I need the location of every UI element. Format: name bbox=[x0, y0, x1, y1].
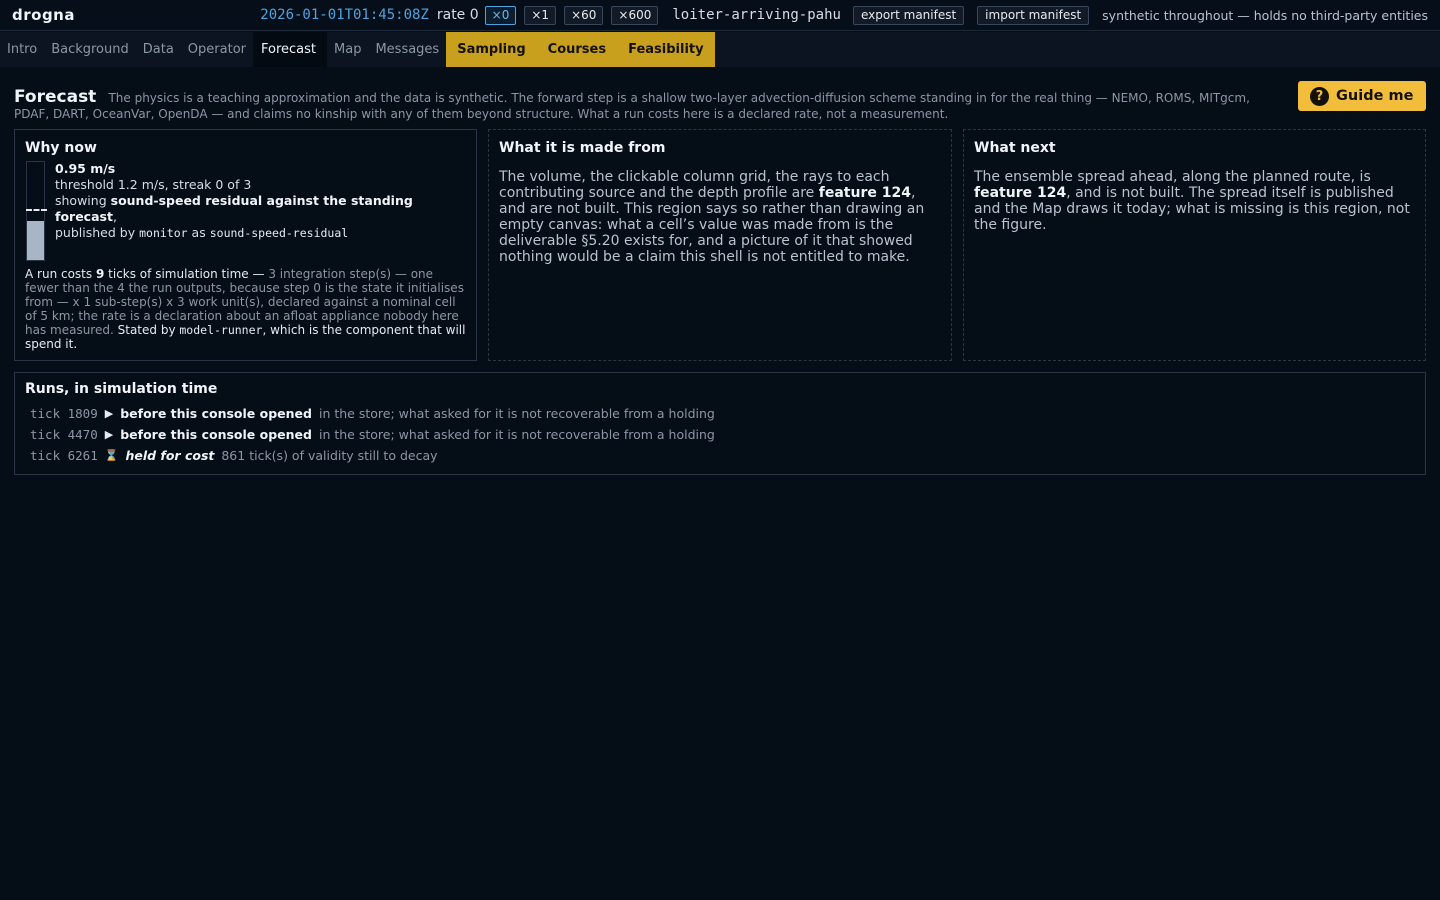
run-tick: tick 6261 bbox=[30, 448, 98, 463]
what-next-panel: What next The ensemble spread ahead, alo… bbox=[963, 129, 1426, 361]
gauge-fill bbox=[27, 221, 44, 260]
runner-name: model-runner bbox=[179, 323, 263, 337]
tab-intro[interactable]: Intro bbox=[0, 32, 44, 67]
speed-button-x60[interactable]: ×60 bbox=[564, 5, 604, 25]
tab-forecast[interactable]: Forecast bbox=[253, 32, 328, 67]
top-bar-right: 2026-01-01T01:45:08Z rate 0 ×0 ×1 ×60 ×6… bbox=[260, 5, 1428, 25]
gauge-published: published by monitor as sound-speed-resi… bbox=[55, 225, 465, 241]
export-manifest-button[interactable]: export manifest bbox=[852, 5, 965, 25]
play-icon: ▶ bbox=[104, 428, 114, 441]
gauge-threshold-marker bbox=[26, 209, 47, 211]
app-name: drogna bbox=[12, 6, 75, 24]
run-description: in the store; what asked for it is not r… bbox=[318, 427, 715, 442]
tab-messages[interactable]: Messages bbox=[368, 32, 446, 67]
guide-me-label: Guide me bbox=[1336, 88, 1414, 104]
made-from-text: The volume, the clickable column grid, t… bbox=[499, 169, 941, 265]
feed-name: sound-speed-residual bbox=[209, 226, 349, 240]
cost-t1: A run costs bbox=[25, 267, 93, 281]
tab-operator[interactable]: Operator bbox=[181, 32, 253, 67]
speed-button-x1[interactable]: ×1 bbox=[524, 5, 557, 25]
gauge-wrap: 0.95 m/s threshold 1.2 m/s, streak 0 of … bbox=[25, 161, 466, 263]
what-next-t1: The ensemble spread ahead, along the pla… bbox=[974, 169, 1371, 185]
residual-gauge bbox=[26, 161, 47, 261]
run-cost-text: A run costs 9 ticks of simulation time —… bbox=[25, 267, 466, 351]
page-header: Forecast The physics is a teaching appro… bbox=[14, 87, 1274, 122]
tab-bar: Intro Background Data Operator Forecast … bbox=[0, 32, 1440, 67]
run-tick: tick 1809 bbox=[30, 406, 98, 421]
synthetic-note: synthetic throughout — holds no third-pa… bbox=[1102, 7, 1428, 23]
import-manifest-button[interactable]: import manifest bbox=[977, 5, 1090, 25]
cost-t2: ticks of simulation time — bbox=[108, 267, 265, 281]
why-now-panel: Why now 0.95 m/s threshold 1.2 m/s, stre… bbox=[14, 129, 477, 361]
tab-background[interactable]: Background bbox=[44, 32, 136, 67]
showing-prefix: showing bbox=[55, 193, 107, 208]
publisher-name: monitor bbox=[139, 226, 188, 240]
why-now-title: Why now bbox=[25, 140, 97, 156]
guide-me-button[interactable]: ? Guide me bbox=[1298, 81, 1426, 111]
question-icon: ? bbox=[1310, 86, 1329, 106]
page-title: Forecast bbox=[14, 87, 97, 107]
run-description: 861 tick(s) of validity still to decay bbox=[221, 448, 438, 463]
hourglass-icon: ⌛ bbox=[104, 449, 119, 462]
made-from-title: What it is made from bbox=[499, 140, 666, 156]
made-from-panel: What it is made from The volume, the cli… bbox=[488, 129, 952, 361]
gauge-readout: 0.95 m/s threshold 1.2 m/s, streak 0 of … bbox=[55, 161, 465, 241]
runs-panel: Runs, in simulation time tick 1809 ▶ bef… bbox=[14, 372, 1426, 475]
run-status: before this console opened bbox=[120, 406, 312, 421]
speed-button-x600[interactable]: ×600 bbox=[611, 5, 659, 25]
session-name: loiter-arriving-pahu bbox=[672, 7, 841, 23]
gauge-value: 0.95 m/s bbox=[55, 161, 116, 176]
run-tick: tick 4470 bbox=[30, 427, 98, 442]
tab-courses[interactable]: Courses bbox=[536, 32, 618, 67]
gauge-threshold: threshold 1.2 m/s, streak 0 of 3 bbox=[55, 177, 252, 192]
play-icon: ▶ bbox=[104, 407, 114, 420]
page-description: The physics is a teaching approximation … bbox=[14, 91, 1250, 121]
as-word: as bbox=[191, 225, 206, 240]
top-bar: drogna 2026-01-01T01:45:08Z rate 0 ×0 ×1… bbox=[0, 0, 1440, 31]
run-status: held for cost bbox=[125, 448, 215, 463]
rate-label: rate 0 bbox=[436, 7, 479, 23]
what-next-title: What next bbox=[974, 140, 1056, 156]
run-row[interactable]: tick 4470 ▶ before this console opened i… bbox=[30, 424, 1415, 445]
what-next-text: The ensemble spread ahead, along the pla… bbox=[974, 169, 1415, 233]
run-row[interactable]: tick 1809 ▶ before this console opened i… bbox=[30, 403, 1415, 424]
tab-feasibility[interactable]: Feasibility bbox=[617, 32, 715, 67]
speed-button-x0[interactable]: ×0 bbox=[484, 5, 517, 25]
simulation-clock: 2026-01-01T01:45:08Z bbox=[260, 7, 429, 23]
tab-data[interactable]: Data bbox=[136, 32, 181, 67]
cost-ticks: 9 bbox=[95, 267, 105, 281]
what-next-feature: feature 124 bbox=[974, 185, 1067, 201]
showing-metric: sound-speed residual against the standin… bbox=[55, 193, 413, 224]
made-from-feature: feature 124 bbox=[818, 185, 911, 201]
run-description: in the store; what asked for it is not r… bbox=[318, 406, 715, 421]
tab-map[interactable]: Map bbox=[327, 32, 368, 67]
runs-title: Runs, in simulation time bbox=[25, 381, 218, 397]
run-status: before this console opened bbox=[120, 427, 312, 442]
cost-t4: Stated by bbox=[117, 323, 176, 337]
run-row[interactable]: tick 6261 ⌛ held for cost 861 tick(s) of… bbox=[30, 445, 1415, 466]
tab-sampling[interactable]: Sampling bbox=[446, 32, 537, 67]
gauge-showing: showing sound-speed residual against the… bbox=[55, 193, 413, 224]
published-prefix: published by bbox=[55, 225, 136, 240]
